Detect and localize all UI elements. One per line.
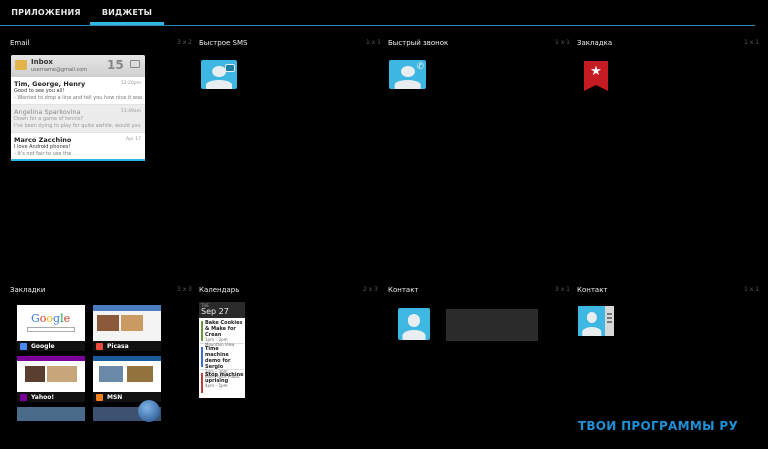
widget-title: Быстрый звонок xyxy=(388,39,449,47)
email-snippet: - It's not fair to use the xyxy=(14,150,72,157)
calendar-event: Time machine demo for Sergio 2pm – 3pm B… xyxy=(200,346,244,379)
email-snippet: - Wanted to drop a line and tell you how… xyxy=(14,94,142,101)
widget-size: 1 x 1 xyxy=(744,39,759,46)
email-time: Apr 17 xyxy=(126,137,141,142)
contact-name-panel xyxy=(446,309,538,341)
widget-size: 2 x 3 xyxy=(363,286,378,293)
calendar-event: Bake Cookies & Make for Crean 1pm – 2pm … xyxy=(200,320,244,347)
widget-size: 1 x 1 xyxy=(366,39,381,46)
widget-title: Закладка xyxy=(577,39,613,47)
widget-title: Календарь xyxy=(199,286,240,294)
globe-icon xyxy=(138,400,160,422)
widget-title: Закладки xyxy=(10,286,46,294)
tab-bar: ПРИЛОЖЕНИЯ ВИДЖЕТЫ xyxy=(0,0,768,27)
email-account: username@gmail.com xyxy=(31,67,88,73)
widget-size: 3 x 3 xyxy=(177,286,192,293)
bookmark-name: Picasa xyxy=(107,342,129,350)
email-time: 12:20pm xyxy=(120,81,141,86)
bookmark-thumb[interactable]: Yahoo! xyxy=(17,356,85,402)
email-folder: Inbox xyxy=(31,58,53,66)
compose-icon xyxy=(130,60,140,68)
email-accent-line xyxy=(11,159,145,161)
bookmark-thumb-partial xyxy=(17,407,85,421)
envelope-icon xyxy=(15,60,27,70)
email-message: Marco Zacchino Apr 17 I love Android pho… xyxy=(11,133,145,161)
email-time: 11:49am xyxy=(120,109,141,114)
widget-size: 3 x 1 xyxy=(555,286,570,293)
widget-size: 3 x 2 xyxy=(177,39,192,46)
email-snippet: I've been dying to play for quite awhile… xyxy=(14,122,142,129)
calendar-date: Sep 27 xyxy=(201,307,229,316)
bookmark-thumb[interactable]: Picasa xyxy=(93,305,161,351)
bookmark-icon[interactable]: ★ xyxy=(584,61,608,91)
calendar-widget-preview[interactable]: TUE Sep 27 Bake Cookies & Make for Crean… xyxy=(199,302,245,398)
calendar-event: Stop machine uprising 4pm – 5pm xyxy=(200,372,244,396)
quick-call-icon[interactable]: ✆ xyxy=(389,60,426,89)
bookmark-name: Google xyxy=(31,342,55,350)
email-message: Angelina Sparkovina 11:49am Down for a g… xyxy=(11,105,145,133)
email-message: Tim, George, Henry 12:20pm Good to see y… xyxy=(11,77,145,105)
email-widget-preview[interactable]: Inbox username@gmail.com 15 Tim, George,… xyxy=(11,55,145,161)
email-sender: Marco Zacchino xyxy=(14,136,72,144)
widget-size: 1 x 1 xyxy=(744,286,759,293)
unread-count: 15 xyxy=(107,58,124,72)
tab-apps[interactable]: ПРИЛОЖЕНИЯ xyxy=(10,0,82,24)
tab-widgets[interactable]: ВИДЖЕТЫ xyxy=(90,0,164,24)
widget-title: Быстрое SMS xyxy=(199,39,248,47)
tab-divider xyxy=(0,25,755,26)
bookmark-thumb[interactable]: MSN xyxy=(93,356,161,402)
widget-size: 1 x 1 xyxy=(555,39,570,46)
contact-avatar-icon[interactable] xyxy=(398,308,430,340)
bookmark-name: MSN xyxy=(107,393,123,401)
widget-title: Контакт xyxy=(388,286,419,294)
quick-sms-icon[interactable] xyxy=(201,60,237,89)
contact-card-icon[interactable] xyxy=(578,306,614,336)
widget-title: Email xyxy=(10,39,30,47)
email-header: Inbox username@gmail.com 15 xyxy=(11,55,145,77)
watermark: ТВОИ ПРОГРАММЫ РУ xyxy=(577,419,738,433)
bookmark-thumb[interactable]: Google Google xyxy=(17,305,85,351)
widget-title: Контакт xyxy=(577,286,608,294)
bookmark-name: Yahoo! xyxy=(31,393,55,401)
